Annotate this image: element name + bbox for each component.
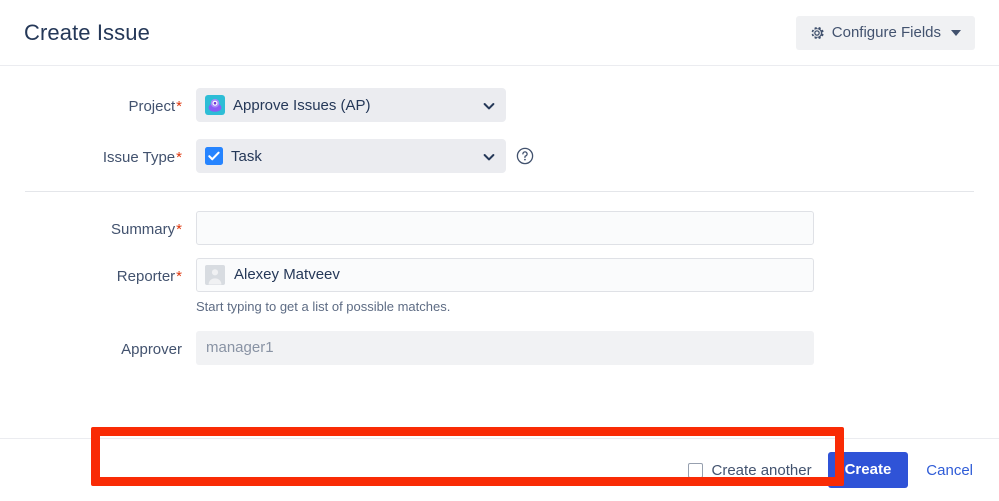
chevron-down-icon	[483, 150, 495, 162]
summary-control	[196, 211, 975, 245]
summary-input[interactable]	[196, 211, 814, 245]
issue-type-label: Issue Type*	[24, 139, 196, 168]
chevron-down-icon	[951, 29, 961, 36]
required-indicator: *	[176, 149, 182, 166]
project-label: Project*	[24, 88, 196, 117]
reporter-label: Reporter*	[24, 258, 196, 287]
approver-placeholder: manager1	[206, 339, 274, 356]
reporter-input[interactable]: Alexey Matveev	[196, 258, 814, 292]
project-avatar-icon	[205, 95, 225, 115]
summary-label-text: Summary	[110, 221, 176, 238]
field-row-reporter: Reporter* Alexey Matveev Start typing to…	[0, 245, 999, 315]
approver-input[interactable]: manager1	[196, 331, 814, 365]
user-avatar-icon	[205, 265, 225, 285]
project-control: Approve Issues (AP)	[196, 88, 975, 122]
cancel-button[interactable]: Cancel	[924, 458, 975, 483]
approver-label-text: Approver	[121, 341, 182, 358]
reporter-control: Alexey Matveev Start typing to get a lis…	[196, 258, 975, 315]
dialog-header: Create Issue Configure Fields	[0, 0, 999, 66]
configure-fields-button[interactable]: Configure Fields	[795, 15, 975, 50]
issue-type-label-text: Issue Type	[102, 149, 176, 166]
required-indicator: *	[176, 221, 182, 238]
project-label-text: Project	[128, 98, 176, 115]
page-title: Create Issue	[24, 19, 150, 45]
reporter-helper-text: Start typing to get a list of possible m…	[196, 299, 451, 314]
required-indicator: *	[176, 268, 182, 285]
approver-label: Approver	[24, 331, 196, 360]
help-circle-icon[interactable]	[516, 147, 534, 165]
issue-type-value: Task	[231, 147, 262, 165]
reporter-label-text: Reporter	[116, 268, 176, 285]
field-row-approver: Approver manager1	[0, 315, 999, 365]
create-button[interactable]: Create	[827, 451, 909, 489]
field-row-project: Project* Approve Issues (AP)	[0, 66, 999, 122]
dialog-footer: Create another Create Cancel	[0, 438, 999, 501]
create-issue-form: Project* Approve Issues (AP) Issue Type*…	[0, 66, 999, 486]
field-row-summary: Summary*	[0, 211, 999, 245]
form-section-divider	[25, 191, 974, 192]
project-select[interactable]: Approve Issues (AP)	[196, 88, 506, 122]
issue-type-control: Task	[196, 139, 975, 173]
create-another-label: Create another	[711, 461, 812, 479]
create-another-checkbox[interactable]: Create another	[687, 461, 812, 479]
gear-icon	[809, 25, 825, 41]
summary-label: Summary*	[24, 211, 196, 240]
chevron-down-icon	[483, 99, 495, 111]
task-check-icon	[205, 147, 223, 165]
required-indicator: *	[176, 98, 182, 115]
configure-fields-label: Configure Fields	[831, 24, 941, 41]
reporter-value: Alexey Matveev	[234, 266, 340, 283]
field-row-issue-type: Issue Type* Task	[0, 122, 999, 173]
issue-type-select[interactable]: Task	[196, 139, 506, 173]
approver-control: manager1	[196, 331, 975, 365]
checkbox-box-icon[interactable]	[687, 462, 703, 478]
project-value: Approve Issues (AP)	[233, 96, 371, 114]
